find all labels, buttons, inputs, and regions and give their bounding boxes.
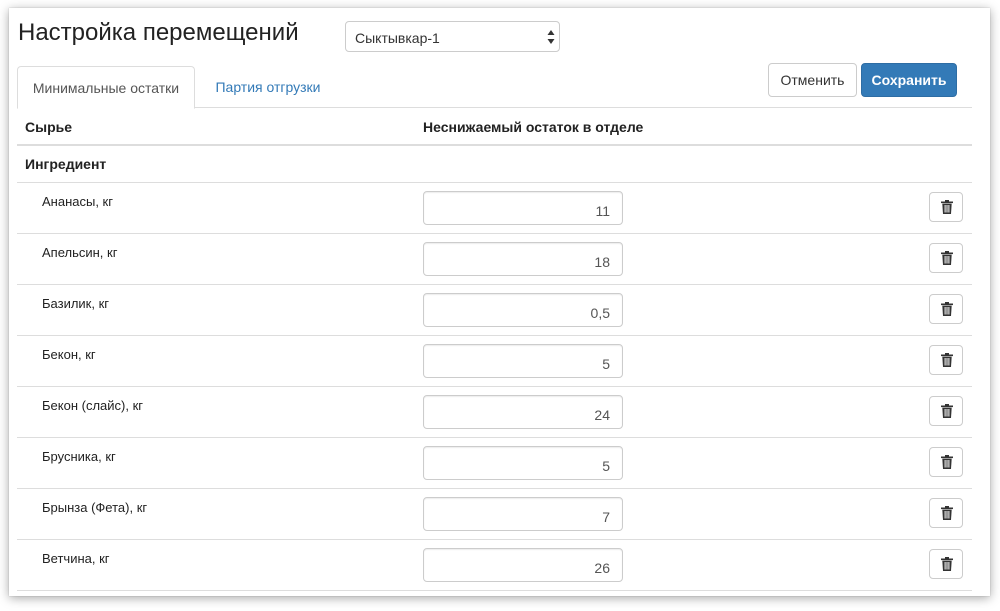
row-name: Апельсин, кг — [42, 245, 118, 260]
trash-icon — [941, 302, 953, 316]
table-body: Ананасы, кг Апельсин, кг Базилик, кг Бек… — [17, 183, 972, 591]
table-header: Сырье Неснижаемый остаток в отделе — [17, 108, 972, 146]
min-stock-input[interactable] — [423, 191, 623, 225]
row-name: Брынза (Фета), кг — [42, 500, 148, 515]
table-row: Брынза (Фета), кг — [17, 489, 972, 540]
row-name: Бекон, кг — [42, 347, 96, 362]
min-stock-input[interactable] — [423, 548, 623, 582]
trash-icon — [941, 251, 953, 265]
table-row: Апельсин, кг — [17, 234, 972, 285]
delete-button[interactable] — [929, 396, 963, 426]
min-stock-input[interactable] — [423, 293, 623, 327]
min-stock-input[interactable] — [423, 497, 623, 531]
trash-icon — [941, 404, 953, 418]
trash-icon — [941, 557, 953, 571]
cancel-button[interactable]: Отменить — [768, 63, 857, 97]
settings-window: Настройка перемещений Сыктывкар-1 Минима… — [9, 8, 990, 596]
page-title: Настройка перемещений — [18, 19, 299, 46]
location-select-value: Сыктывкар-1 — [355, 30, 440, 46]
delete-button[interactable] — [929, 345, 963, 375]
updown-arrows-icon — [547, 30, 555, 44]
group-row: Ингредиент — [17, 146, 972, 183]
min-stock-input[interactable] — [423, 242, 623, 276]
delete-button[interactable] — [929, 294, 963, 324]
column-header-min-stock: Неснижаемый остаток в отделе — [423, 119, 644, 135]
location-select[interactable]: Сыктывкар-1 — [345, 21, 560, 52]
delete-button[interactable] — [929, 192, 963, 222]
table-row: Ветчина, кг — [17, 540, 972, 591]
table-row: Брусника, кг — [17, 438, 972, 489]
trash-icon — [941, 200, 953, 214]
delete-button[interactable] — [929, 549, 963, 579]
trash-icon — [941, 353, 953, 367]
delete-button[interactable] — [929, 447, 963, 477]
tab-min-stock[interactable]: Минимальные остатки — [17, 66, 195, 109]
min-stock-input[interactable] — [423, 344, 623, 378]
delete-button[interactable] — [929, 243, 963, 273]
trash-icon — [941, 506, 953, 520]
row-name: Ананасы, кг — [42, 194, 113, 209]
trash-icon — [941, 455, 953, 469]
table-row: Базилик, кг — [17, 285, 972, 336]
table-row: Бекон, кг — [17, 336, 972, 387]
column-header-material: Сырье — [25, 119, 73, 135]
table-row: Ананасы, кг — [17, 183, 972, 234]
group-label: Ингредиент — [25, 156, 107, 172]
save-button[interactable]: Сохранить — [861, 63, 957, 97]
row-name: Базилик, кг — [42, 296, 110, 311]
min-stock-input[interactable] — [423, 395, 623, 429]
row-name: Ветчина, кг — [42, 551, 110, 566]
min-stock-input[interactable] — [423, 446, 623, 480]
tab-shipment-batch[interactable]: Партия отгрузки — [195, 66, 341, 108]
delete-button[interactable] — [929, 498, 963, 528]
table-row: Бекон (слайс), кг — [17, 387, 972, 438]
row-name: Бекон (слайс), кг — [42, 398, 144, 413]
row-name: Брусника, кг — [42, 449, 116, 464]
